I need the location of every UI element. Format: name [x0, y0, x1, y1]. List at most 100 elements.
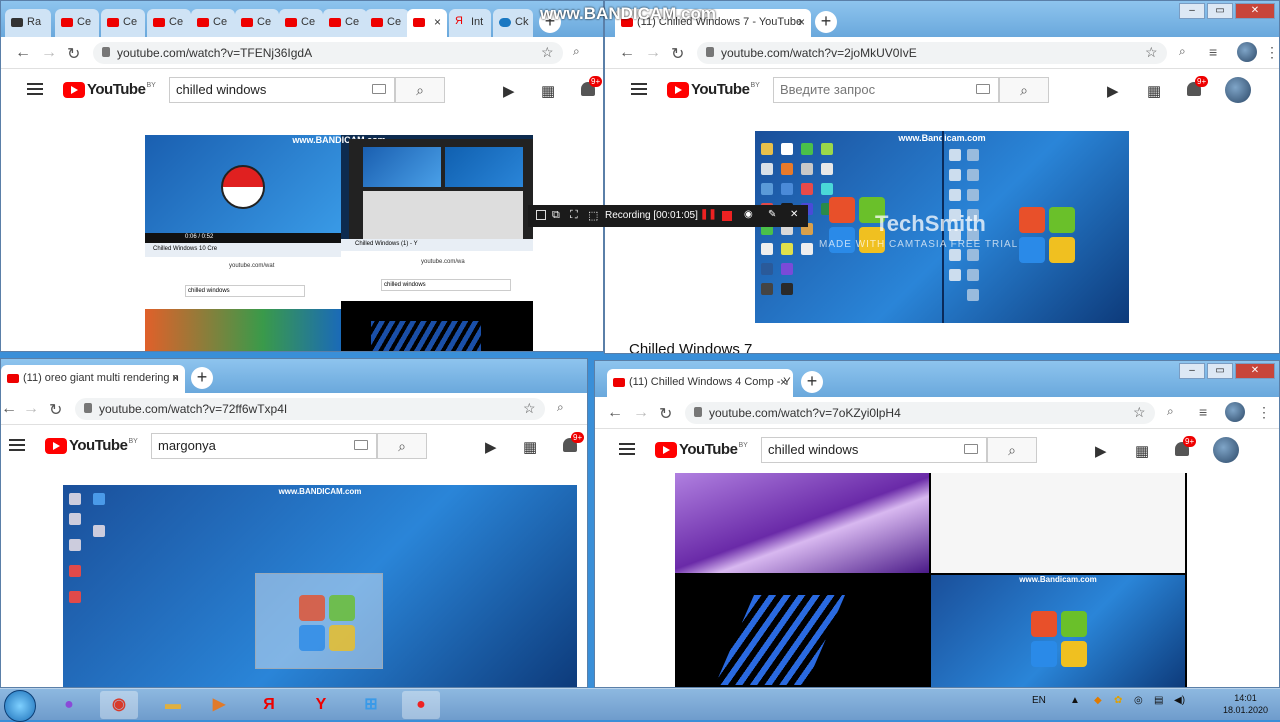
- browser-window-bottom-left[interactable]: (11) oreo giant multi rendering n × + ← →…: [0, 358, 588, 688]
- media-player-icon[interactable]: ▶: [200, 691, 238, 719]
- apps-grid-icon[interactable]: ▦: [1147, 82, 1161, 100]
- bookmark-star-icon[interactable]: ☆: [541, 44, 554, 61]
- language-indicator[interactable]: EN: [1032, 695, 1046, 706]
- search-input[interactable]: chilled windows: [169, 77, 395, 103]
- search-input[interactable]: margonya: [151, 433, 377, 459]
- notifications-bell-icon[interactable]: 9+: [1187, 76, 1209, 96]
- browser-window-top-right[interactable]: (11) Chilled Windows 7 - YouTube × + – ▭ ✕ …: [604, 0, 1280, 354]
- reload-icon[interactable]: ↻: [67, 44, 80, 64]
- tab-active[interactable]: (11) oreo giant multi rendering n ×: [1, 365, 185, 393]
- search-button[interactable]: ⌕: [987, 437, 1037, 463]
- close-tab-icon[interactable]: ×: [798, 15, 805, 29]
- pen-icon[interactable]: ✎: [768, 209, 776, 220]
- apps-grid-icon[interactable]: ▦: [1135, 442, 1149, 460]
- windows-flag-icon[interactable]: ⊞: [352, 691, 390, 719]
- tab-yandex[interactable]: Я Int: [449, 9, 491, 37]
- maximize-button[interactable]: ▭: [1207, 363, 1233, 379]
- back-icon[interactable]: ←: [1, 400, 17, 418]
- menu-icon[interactable]: [27, 83, 43, 95]
- tray-icon[interactable]: ▲: [1070, 695, 1080, 706]
- keyboard-icon[interactable]: [964, 444, 978, 454]
- search-icon[interactable]: ⌕: [1179, 44, 1186, 59]
- bookmark-star-icon[interactable]: ☆: [1133, 404, 1146, 421]
- yandex-browser-icon[interactable]: Я: [250, 691, 288, 719]
- system-clock[interactable]: 14:01 18.01.2020: [1223, 692, 1268, 716]
- youtube-logo[interactable]: YouTube BY: [45, 437, 138, 454]
- camera-icon[interactable]: ◉: [744, 209, 753, 220]
- menu-icon[interactable]: [536, 210, 546, 220]
- menu-icon[interactable]: [631, 83, 647, 95]
- search-icon[interactable]: ⌕: [573, 44, 580, 59]
- cortana-icon[interactable]: ●: [50, 691, 88, 719]
- youtube-logo[interactable]: YouTube BY: [655, 441, 748, 458]
- close-tab-icon[interactable]: ×: [172, 371, 179, 385]
- chrome-taskbar-icon[interactable]: ◉: [100, 691, 138, 719]
- tab-7[interactable]: Ce: [279, 9, 323, 37]
- forward-icon[interactable]: →: [41, 44, 57, 62]
- playlist-icon[interactable]: ≡: [1199, 404, 1207, 420]
- tab-4[interactable]: Ce: [147, 9, 191, 37]
- video-player[interactable]: www.Bandicam.com: [675, 473, 1187, 687]
- profile-avatar[interactable]: [1225, 402, 1245, 422]
- reload-icon[interactable]: ↻: [671, 44, 684, 64]
- apps-grid-icon[interactable]: ▦: [523, 438, 537, 456]
- fullscreen-icon[interactable]: ⛶: [570, 209, 578, 222]
- tab-3[interactable]: Ce: [101, 9, 145, 37]
- tab-active[interactable]: (11) Chilled Windows 4 Comp - Y ×: [607, 369, 793, 397]
- tab-edge[interactable]: Ck: [493, 9, 533, 37]
- tab-active[interactable]: ×: [407, 9, 447, 37]
- network-icon[interactable]: ▤: [1154, 695, 1163, 706]
- notifications-bell-icon[interactable]: 9+: [581, 76, 603, 96]
- video-player[interactable]: www.BANDICAM.com: [63, 485, 577, 687]
- menu-icon[interactable]: [9, 439, 25, 451]
- search-input[interactable]: Введите запрос: [773, 77, 999, 103]
- url-field[interactable]: youtube.com/watch?v=7oKZyi0lpH4: [685, 402, 1155, 424]
- tray-icon[interactable]: ◎: [1134, 695, 1143, 706]
- start-button[interactable]: [4, 690, 36, 722]
- close-tab-icon[interactable]: ×: [434, 15, 441, 29]
- keyboard-icon[interactable]: [976, 84, 990, 94]
- apps-grid-icon[interactable]: ▦: [541, 82, 555, 100]
- new-tab-button[interactable]: +: [191, 367, 213, 389]
- create-video-icon[interactable]: ▶: [503, 82, 515, 100]
- create-video-icon[interactable]: ▶: [1095, 442, 1107, 460]
- video-player[interactable]: 0:06 / 0:52 www.BANDICAM.com Chilled Win…: [145, 135, 533, 351]
- search-button[interactable]: ⌕: [377, 433, 427, 459]
- more-menu-icon[interactable]: ⋮: [1265, 44, 1279, 61]
- search-button[interactable]: ⌕: [395, 77, 445, 103]
- close-icon[interactable]: ✕: [790, 209, 798, 220]
- back-icon[interactable]: ←: [15, 44, 31, 62]
- tray-icon[interactable]: ✿: [1114, 695, 1122, 706]
- url-field[interactable]: youtube.com/watch?v=72ff6wTxp4I: [75, 398, 545, 420]
- more-menu-icon[interactable]: ⋮: [1257, 404, 1271, 421]
- playlist-icon[interactable]: ≡: [1209, 44, 1217, 60]
- search-icon[interactable]: ⌕: [1167, 404, 1174, 419]
- new-tab-button[interactable]: +: [801, 371, 823, 393]
- stop-icon[interactable]: [722, 211, 732, 221]
- pause-icon[interactable]: ❚❚: [700, 209, 717, 220]
- tab-6[interactable]: Ce: [235, 9, 279, 37]
- minimize-button[interactable]: –: [1179, 363, 1205, 379]
- tray-icon[interactable]: ◆: [1094, 695, 1102, 706]
- bookmark-star-icon[interactable]: ☆: [1145, 44, 1158, 61]
- yandex-icon[interactable]: Y: [302, 691, 340, 719]
- keyboard-icon[interactable]: [372, 84, 386, 94]
- tab-8[interactable]: Ce: [323, 9, 367, 37]
- bandicam-recording-toolbar[interactable]: ⧉ ⛶ ⬚ Recording [00:01:05] ❚❚ ◉ ✎ ✕: [528, 205, 808, 227]
- region-icon[interactable]: ⬚: [588, 209, 598, 222]
- youtube-logo[interactable]: YouTube BY: [667, 81, 760, 98]
- volume-icon[interactable]: ◀): [1174, 695, 1185, 706]
- window-icon[interactable]: ⧉: [552, 209, 560, 222]
- bookmark-star-icon[interactable]: ☆: [523, 400, 536, 417]
- profile-avatar[interactable]: [1225, 77, 1251, 103]
- url-field[interactable]: youtube.com/watch?v=TFENj36IgdA: [93, 42, 563, 64]
- bandicam-taskbar-icon[interactable]: ●: [402, 691, 440, 719]
- create-video-icon[interactable]: ▶: [485, 438, 497, 456]
- profile-avatar[interactable]: [1213, 437, 1239, 463]
- profile-avatar[interactable]: [1237, 42, 1257, 62]
- back-icon[interactable]: ←: [619, 44, 635, 62]
- menu-icon[interactable]: [619, 443, 635, 455]
- new-tab-button[interactable]: +: [815, 11, 837, 33]
- tab-2[interactable]: Ce: [55, 9, 99, 37]
- create-video-icon[interactable]: ▶: [1107, 82, 1119, 100]
